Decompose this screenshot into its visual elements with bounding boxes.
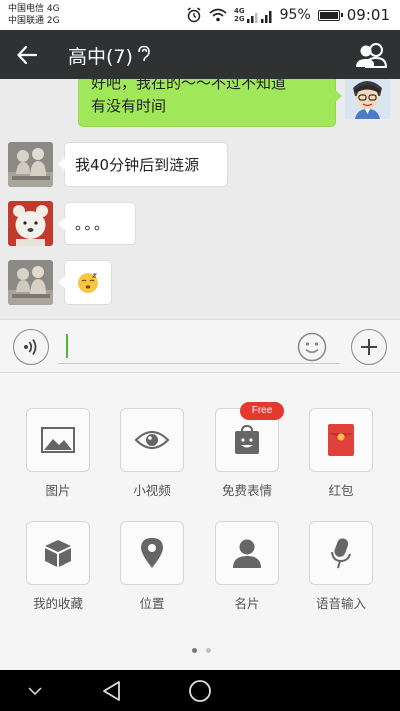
tool-button[interactable]: [120, 408, 184, 472]
signal-group: 4G 2G: [234, 7, 273, 23]
group-members-icon: [356, 43, 387, 68]
carrier-2: 中国联通 2G: [8, 16, 60, 26]
tool-contact-card[interactable]: 名片: [215, 521, 279, 612]
signal-icon: [246, 11, 272, 23]
nav-hide-keyboard-button[interactable]: [22, 678, 48, 704]
input-bar: [0, 319, 400, 373]
chat-title: 高中(7): [68, 46, 133, 68]
tool-red-packet[interactable]: 红包: [309, 408, 373, 499]
page-indicator: [192, 648, 211, 653]
contact-avatar[interactable]: [8, 260, 53, 305]
contact-avatar[interactable]: [8, 201, 53, 246]
tool-label: 免费表情: [221, 483, 272, 498]
tool-label: 红包: [328, 483, 354, 498]
voice-toggle-button[interactable]: [13, 329, 49, 365]
tool-picture[interactable]: 图片: [26, 408, 90, 499]
back-button[interactable]: [10, 38, 44, 72]
figurine-photo-avatar: [8, 260, 53, 305]
tool-button[interactable]: [120, 521, 184, 585]
box-icon: [45, 540, 71, 567]
sticker-bag-icon: [235, 425, 259, 454]
figurine-photo-avatar: [8, 142, 53, 187]
message-bubble-incoming[interactable]: [58, 260, 112, 305]
emoji-icon[interactable]: [297, 332, 327, 362]
nav-home-button[interactable]: [187, 678, 213, 704]
net-tag-bottom: 2G: [234, 15, 245, 23]
tool-label: 小视频: [133, 483, 171, 498]
tool-favorites[interactable]: 我的收藏: [26, 521, 90, 612]
net-tag-top: 4G: [234, 7, 245, 15]
tool-button[interactable]: [26, 408, 90, 472]
message-text: 。。。: [75, 215, 112, 233]
more-options-button[interactable]: [351, 329, 387, 365]
nav-back-button[interactable]: [99, 678, 125, 704]
tool-button[interactable]: Free: [215, 402, 284, 472]
back-arrow-icon: [17, 46, 37, 64]
page-dot-2[interactable]: [206, 648, 211, 653]
tool-label: 我的收藏: [32, 596, 83, 611]
tool-label: 位置: [139, 596, 165, 611]
chevron-down-icon: [28, 687, 42, 695]
microphone-icon: [331, 538, 351, 569]
tool-voice-input[interactable]: 语音输入: [309, 521, 373, 612]
location-pin-icon: [141, 538, 163, 568]
picture-icon: [41, 427, 75, 453]
more-tools-panel: 图片 小视频 Free 免费表情 红包 我的收藏 位置 名片 语音输入: [0, 373, 400, 670]
group-members-button[interactable]: [354, 39, 388, 71]
tool-button[interactable]: [309, 521, 373, 585]
message-text-line-1: 好吧，我在的～～不过不知道: [91, 79, 287, 92]
tool-button[interactable]: [215, 521, 279, 585]
my-avatar[interactable]: [345, 79, 390, 119]
tool-label: 图片: [45, 483, 71, 498]
contact-card-icon: [233, 539, 261, 568]
contact-avatar[interactable]: [8, 142, 53, 187]
message-bubble-incoming[interactable]: 我40分钟后到涟源: [58, 142, 228, 187]
bear-photo-avatar: [8, 201, 53, 246]
cartoon-avatar-image: [345, 79, 390, 119]
tool-location[interactable]: 位置: [120, 521, 184, 612]
message-list[interactable]: 好吧，我在的～～不过不知道 有没有时间 我40分钟后到涟源 。。。: [0, 79, 400, 319]
sleepy-face-emoji-icon: [78, 272, 98, 293]
message-text: 我40分钟后到涟源: [75, 156, 200, 174]
carrier-info: 中国电信 4G 中国联通 2G: [8, 3, 60, 27]
earpiece-mode-icon: [138, 45, 150, 62]
message-text-line-2: 有没有时间: [91, 97, 167, 115]
voice-input-icon: [24, 339, 37, 355]
tool-label: 语音输入: [315, 596, 366, 611]
message-bubble-incoming[interactable]: 。。。: [58, 202, 136, 245]
alarm-icon: [187, 7, 201, 23]
text-cursor: [66, 334, 68, 358]
page-dot-1[interactable]: [192, 648, 197, 653]
red-packet-icon: [328, 424, 354, 456]
clock: 09:01: [346, 6, 390, 24]
plus-icon: [361, 339, 377, 355]
circle-home-icon: [189, 680, 211, 702]
message-bubble-outgoing[interactable]: 好吧，我在的～～不过不知道 有没有时间: [78, 79, 342, 127]
tool-short-video[interactable]: 小视频: [120, 408, 184, 499]
chat-header: 高中(7): [0, 30, 400, 79]
tool-button[interactable]: [26, 521, 90, 585]
eye-icon: [134, 431, 170, 449]
battery-percent: 95%: [279, 7, 311, 23]
tool-label: 名片: [234, 596, 260, 611]
tool-free-stickers[interactable]: Free 免费表情: [215, 402, 284, 499]
triangle-back-icon: [103, 681, 120, 701]
system-navigation-bar: [0, 670, 400, 711]
battery-icon: [317, 9, 343, 21]
free-badge: Free: [240, 402, 284, 420]
carrier-1: 中国电信 4G: [8, 4, 60, 14]
status-icons: 4G 2G 95% 09:01: [186, 5, 390, 25]
wifi-icon: [209, 8, 227, 22]
status-bar: 中国电信 4G 中国联通 2G 4G 2G 95% 09:01: [0, 0, 400, 30]
tool-button[interactable]: [309, 408, 373, 472]
